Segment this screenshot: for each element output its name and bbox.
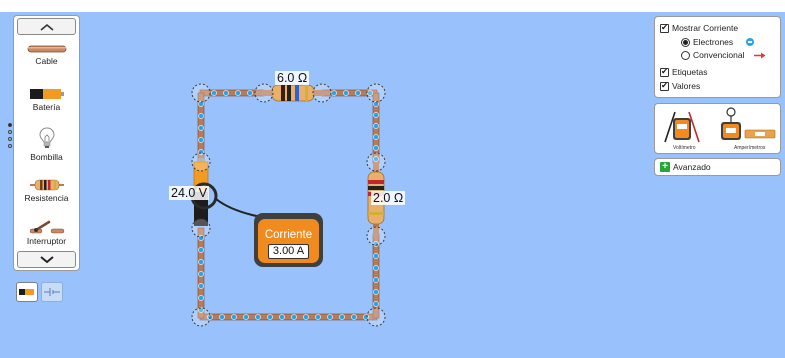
electron [373,265,379,271]
electron [373,277,379,283]
electron [291,314,297,320]
electron [235,90,241,96]
ammeter[interactable]: Corriente 3.00 A [254,213,323,267]
electron [373,289,379,295]
labels-option[interactable]: ✔ Etiquetas [660,67,707,77]
electron [373,253,379,259]
junction-vertex[interactable] [312,83,332,103]
junction-vertex[interactable] [366,226,386,246]
electrons-label: Electrones [693,37,734,47]
ammeter-title: Corriente [264,229,313,241]
electron [279,314,285,320]
electron [243,314,249,320]
electron [339,314,345,320]
ammeter-reading: 3.00 A [267,244,310,259]
labels-checkbox[interactable]: ✔ [660,67,669,77]
electron [303,314,309,320]
electron [198,295,204,301]
electron [198,125,204,131]
view-options-panel: ✔ Mostrar Corriente Electrones Convencio… [654,16,781,98]
electron [355,90,361,96]
electron [247,90,253,96]
junction-vertex[interactable] [191,152,211,172]
electron [373,301,379,307]
ammeter-icon[interactable] [717,106,777,144]
junction-vertex[interactable] [191,218,211,238]
values-checkbox[interactable]: ✔ [660,81,669,91]
ammeter-face: Corriente 3.00 A [258,219,319,263]
voltmeter-icon[interactable] [661,108,703,144]
conventional-label: Convencional [693,50,745,60]
electron [373,123,379,129]
right-resistor-value-label: 2.0 Ω [371,191,406,205]
electron [373,112,379,118]
electrons-option[interactable]: Electrones [681,37,755,47]
advanced-label: Avanzado [673,162,711,172]
junction-vertex[interactable] [254,83,274,103]
voltmeter-label: Voltímetro [673,145,696,151]
electron [373,134,379,140]
electron [198,259,204,265]
electron [315,314,321,320]
junction-vertex[interactable] [191,307,211,327]
junction-vertex[interactable] [366,152,386,172]
electron [255,314,261,320]
electrons-radio[interactable] [681,37,690,47]
electron [327,314,333,320]
electron [267,314,273,320]
electron [198,283,204,289]
conventional-radio[interactable] [681,50,690,60]
electron [198,137,204,143]
junction-group [191,83,386,327]
electron [373,145,379,151]
electron [231,314,237,320]
show-current-option[interactable]: ✔ Mostrar Corriente [660,23,738,33]
wire-bottom[interactable] [199,313,378,321]
labels-label: Etiquetas [672,67,708,77]
junction-vertex[interactable] [366,307,386,327]
meters-panel: Voltímetro Amperímetros [654,103,781,154]
conventional-option[interactable]: Convencional [681,50,766,60]
electron [343,90,349,96]
electron-icon [746,38,755,46]
electron [211,90,217,96]
red-arrow-icon [753,52,766,58]
top-resistor-value-label: 6.0 Ω [275,71,310,85]
electron [198,113,204,119]
show-current-checkbox[interactable]: ✔ [660,23,669,33]
expand-plus-icon[interactable]: + [660,162,670,172]
junction-vertex[interactable] [366,83,386,103]
advanced-toggle[interactable]: + Avanzado [660,162,711,172]
electron [198,247,204,253]
ammeter-tool-label: Amperímetros [734,145,766,151]
values-option[interactable]: ✔ Valores [660,81,700,91]
show-current-label: Mostrar Corriente [672,23,739,33]
battery-voltage-label: 24.0 V [169,186,210,200]
electron [198,271,204,277]
electron [223,90,229,96]
junction-vertex[interactable] [191,83,211,103]
values-label: Valores [672,81,701,91]
advanced-panel[interactable]: + Avanzado [654,158,781,176]
electron [219,314,225,320]
electron [331,90,337,96]
electron [351,314,357,320]
